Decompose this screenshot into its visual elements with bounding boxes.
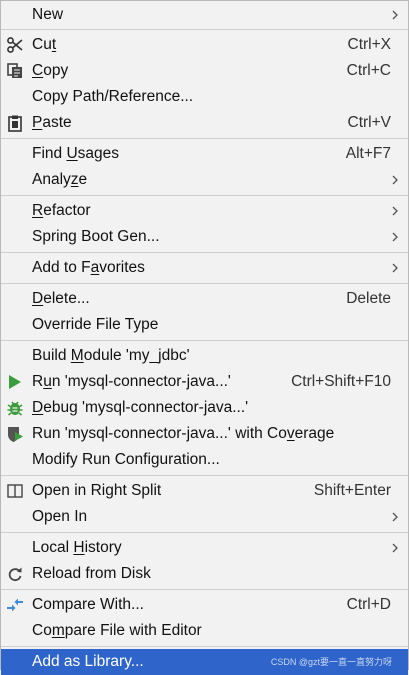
menu-item-label: Build Module 'my_jdbc' [32,347,190,364]
menu-item-label: Compare File with Editor [32,622,202,639]
menu-item-label: Delete... [32,290,90,307]
menu-item-label: Copy Path/Reference... [32,88,194,105]
separator [1,138,408,139]
menu-item-debug[interactable]: Debug 'mysql-connector-java...' [1,395,408,421]
coverage-icon [6,425,24,443]
menu-item-label: Copy [32,62,69,79]
shortcut-label: Ctrl+X [347,36,392,53]
menu-item-add-as-library[interactable]: Add as Library... CSDN @gzt要一直一直努力呀 [1,649,408,675]
shortcut-label: Ctrl+D [346,596,391,613]
watermark-text: CSDN @gzt要一直一直努力呀 [270,657,392,667]
submenu-arrow-icon [392,512,398,522]
menu-item-new[interactable]: New [1,2,408,28]
separator [1,252,408,253]
menu-item-spring-boot-gen[interactable]: Spring Boot Gen... [1,224,408,250]
menu-item-label: Reload from Disk [32,565,151,582]
reload-icon [6,565,24,583]
menu-item-label: New [32,6,64,23]
copy-icon [6,62,24,80]
menu-item-paste[interactable]: Paste Ctrl+V [1,110,408,136]
submenu-arrow-icon [392,263,398,273]
menu-item-refactor[interactable]: Refactor [1,198,408,224]
menu-item-copy[interactable]: Copy Ctrl+C [1,58,408,84]
menu-item-label: Find Usages [32,145,120,162]
shortcut-label: Ctrl+Shift+F10 [291,373,391,390]
bug-icon [6,399,24,417]
split-icon [6,482,24,500]
submenu-arrow-icon [392,543,398,553]
menu-item-local-history[interactable]: Local History [1,535,408,561]
run-icon [6,373,24,391]
menu-item-run-with-coverage[interactable]: Run 'mysql-connector-java...' with Cover… [1,421,408,447]
menu-item-label: Add as Library... [32,653,144,670]
separator [1,532,408,533]
shortcut-label: Ctrl+V [347,114,392,131]
menu-item-open-in-right-split[interactable]: Open in Right Split Shift+Enter [1,478,408,504]
menu-item-label: Compare With... [32,596,144,613]
menu-item-label: Modify Run Configuration... [32,451,220,468]
menu-item-label: Debug 'mysql-connector-java...' [32,399,249,416]
submenu-arrow-icon [392,175,398,185]
menu-item-copy-path[interactable]: Copy Path/Reference... [1,84,408,110]
submenu-arrow-icon [392,232,398,242]
menu-item-modify-run-configuration[interactable]: Modify Run Configuration... [1,447,408,473]
submenu-arrow-icon [392,10,398,20]
menu-item-cut[interactable]: Cut Ctrl+X [1,32,408,58]
separator [1,195,408,196]
compare-icon [6,596,24,614]
separator [1,475,408,476]
menu-item-compare-file-with-editor[interactable]: Compare File with Editor [1,618,408,644]
menu-item-find-usages[interactable]: Find Usages Alt+F7 [1,141,408,167]
menu-item-reload-from-disk[interactable]: Reload from Disk [1,561,408,587]
menu-item-label: Analyze [32,171,88,188]
separator [1,340,408,341]
menu-item-label: Add to Favorites [32,259,145,276]
separator [1,283,408,284]
menu-item-override-file-type[interactable]: Override File Type [1,312,408,338]
menu-item-analyze[interactable]: Analyze [1,167,408,193]
menu-item-label: Refactor [32,202,91,219]
shortcut-label: Alt+F7 [345,145,391,162]
menu-item-label: Run 'mysql-connector-java...' with Cover… [32,425,335,442]
menu-item-label: Local History [32,539,122,556]
menu-item-run[interactable]: Run 'mysql-connector-java...' Ctrl+Shift… [1,369,408,395]
context-menu: New Cut Ctrl+X Copy Ctrl+C Copy Path/Ref… [0,0,409,675]
menu-item-add-to-favorites[interactable]: Add to Favorites [1,255,408,281]
menu-item-build-module[interactable]: Build Module 'my_jdbc' [1,343,408,369]
clipboard-icon [6,114,24,132]
menu-item-label: Open in Right Split [32,482,162,499]
menu-item-label: Spring Boot Gen... [32,228,160,245]
scissors-icon [6,36,24,54]
menu-item-label: Cut [32,36,57,53]
separator [1,589,408,590]
separator [1,29,408,30]
submenu-arrow-icon [392,206,398,216]
menu-item-open-in[interactable]: Open In [1,504,408,530]
menu-item-label: Override File Type [32,316,159,333]
menu-item-compare-with[interactable]: Compare With... Ctrl+D [1,592,408,618]
separator [1,646,408,647]
menu-item-label: Run 'mysql-connector-java...' [32,373,231,390]
menu-item-delete[interactable]: Delete... Delete [1,286,408,312]
menu-item-label: Paste [32,114,72,131]
menu-item-label: Open In [32,508,88,525]
shortcut-label: Delete [346,290,391,307]
shortcut-label: Ctrl+C [346,62,391,79]
shortcut-label: Shift+Enter [313,482,391,499]
